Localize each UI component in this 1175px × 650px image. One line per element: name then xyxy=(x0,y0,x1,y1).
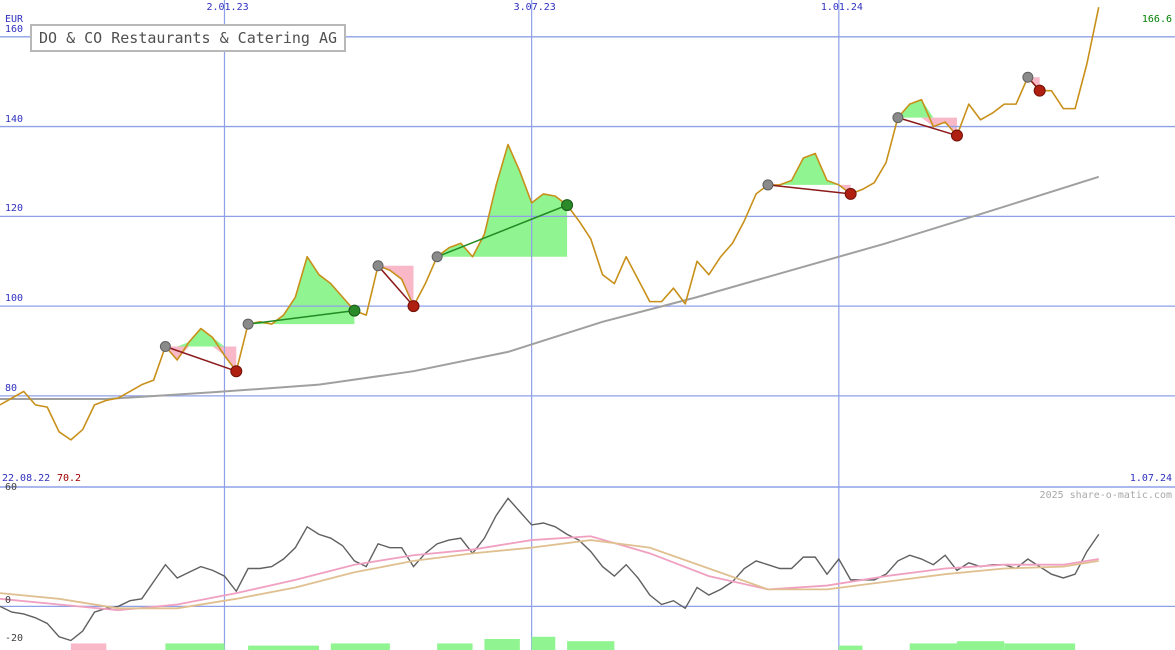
x-tick-label: 2.01.23 xyxy=(206,2,249,13)
oscillator-signal-line xyxy=(0,535,1099,612)
osc-bar xyxy=(531,636,556,650)
oscillator-bars xyxy=(70,636,1076,650)
osc-bar xyxy=(838,645,863,650)
trade-entry-marker xyxy=(1022,71,1034,83)
y-tick-label: 140 xyxy=(5,113,24,125)
osc-bar xyxy=(484,639,520,650)
watermark: 2025 share-o-matic.com xyxy=(1039,490,1172,501)
trade-gain-area xyxy=(165,328,237,347)
trade-entry-marker xyxy=(892,112,904,124)
osc-bar xyxy=(165,643,225,650)
trade-exit-marker xyxy=(407,300,420,313)
osc-bar xyxy=(1004,643,1076,650)
trade-exit-marker xyxy=(348,304,361,317)
trade-exit-marker xyxy=(561,199,574,212)
trade-entry-marker xyxy=(762,179,774,191)
osc-bar xyxy=(330,643,390,650)
trade-entry-marker xyxy=(372,260,384,272)
oscillator-lines xyxy=(0,497,1100,642)
osc-bar xyxy=(70,643,107,650)
start-value-label: 70.2 xyxy=(57,473,82,484)
osc-bar xyxy=(567,641,615,650)
oscillator-signal-line-2 xyxy=(0,539,1099,610)
trade-exit-marker xyxy=(950,129,963,142)
price-chart xyxy=(0,0,1175,650)
last-value-label: 166.6 xyxy=(1141,14,1172,25)
trade-exit-marker xyxy=(230,365,243,378)
x-tick-label: 3.07.23 xyxy=(513,2,556,13)
y-tick-label: 80 xyxy=(5,382,18,394)
osc-tick-label: -20 xyxy=(5,633,24,645)
osc-tick-label: 0 xyxy=(5,595,12,607)
end-date-label: 1.07.24 xyxy=(1129,473,1172,484)
x-tick-label: 1.01.24 xyxy=(820,2,863,13)
trade-exit-marker xyxy=(844,187,857,200)
trade-entry-marker xyxy=(159,341,171,353)
osc-bar xyxy=(956,641,1005,650)
chart-grid xyxy=(0,0,1175,650)
y-tick-label: 100 xyxy=(5,293,24,305)
trade-entry-marker xyxy=(242,318,254,330)
y-tick-label: 120 xyxy=(5,203,24,215)
y-tick-label: 160 xyxy=(5,23,24,35)
osc-tick-label: 60 xyxy=(5,481,18,493)
osc-bar xyxy=(909,643,957,650)
osc-bar xyxy=(437,643,473,650)
trade-entry-marker xyxy=(431,251,443,263)
chart-title: DO & CO Restaurants & Catering AG xyxy=(30,24,347,52)
trade-exit-marker xyxy=(1033,84,1046,97)
osc-bar xyxy=(248,645,319,650)
